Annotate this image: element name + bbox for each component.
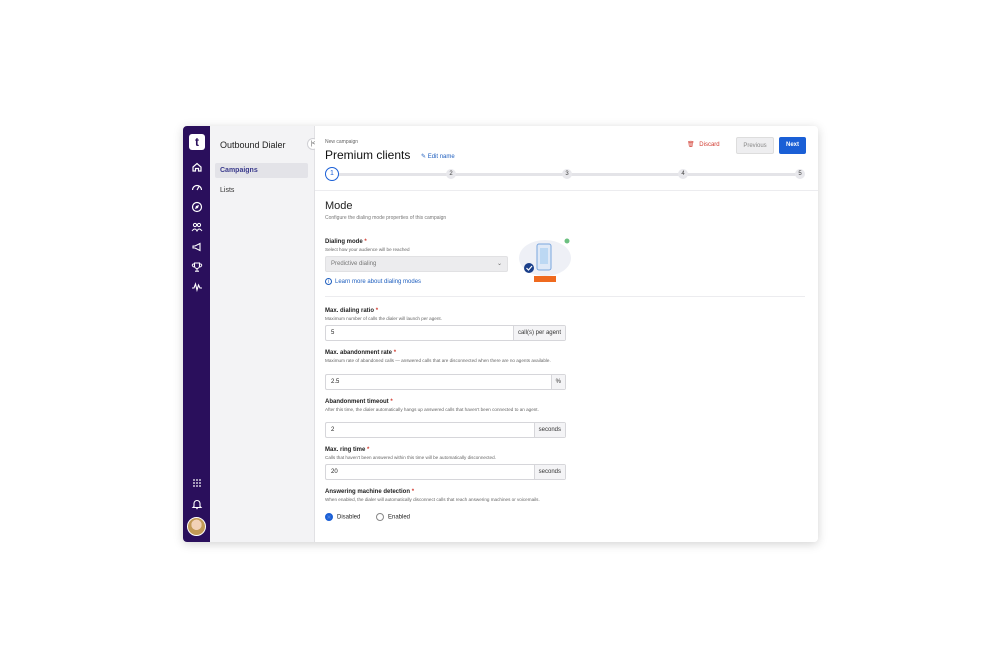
discard-label: Discard xyxy=(699,142,720,148)
ring-time-hint: Calls that haven't been answered within … xyxy=(325,455,496,460)
abandonment-rate-label: Max. abandonment rate * xyxy=(325,350,397,356)
learn-more-link[interactable]: i Learn more about dialing modes xyxy=(325,278,421,285)
step-2[interactable]: 2 xyxy=(446,169,456,179)
sidebar-title: Outbound Dialer xyxy=(220,140,286,150)
amd-hint: When enabled, the dialer will automatica… xyxy=(325,497,540,502)
section-subtitle: Configure the dialing mode properties of… xyxy=(325,215,447,221)
discard-button[interactable]: 🗑 Discard xyxy=(687,141,720,148)
megaphone-icon[interactable] xyxy=(189,239,205,255)
bell-icon[interactable] xyxy=(189,496,205,512)
info-icon: i xyxy=(325,278,332,285)
sidebar-item-campaigns[interactable]: Campaigns xyxy=(215,163,308,178)
nav-rail: t xyxy=(183,126,210,542)
dialing-ratio-unit: call(s) per agent xyxy=(512,326,565,340)
edit-name-label: Edit name xyxy=(427,154,455,160)
header-divider xyxy=(315,190,818,191)
ring-time-input[interactable]: 20 seconds xyxy=(325,464,566,480)
apps-grid-icon[interactable] xyxy=(189,475,205,491)
amd-radio-enabled[interactable]: Enabled xyxy=(376,513,410,521)
dialing-mode-value: Predictive dialing xyxy=(331,261,377,267)
sidebar-item-lists[interactable]: Lists xyxy=(215,183,308,198)
page-title: Premium clients xyxy=(325,148,411,162)
amd-option-enabled-label: Enabled xyxy=(388,514,411,521)
dialing-ratio-value: 5 xyxy=(331,330,335,336)
dashboard-icon[interactable] xyxy=(189,179,205,195)
edit-name-button[interactable]: ✎ Edit name xyxy=(421,153,455,160)
chevron-down-icon: ⌄ xyxy=(496,261,502,267)
dialing-mode-label: Dialing mode * xyxy=(325,239,367,245)
ring-time-label: Max. ring time * xyxy=(325,447,370,453)
trophy-icon[interactable] xyxy=(189,259,205,275)
abandonment-timeout-input[interactable]: 2 seconds xyxy=(325,422,566,438)
dialing-mode-select[interactable]: Predictive dialing ⌄ xyxy=(325,256,508,272)
amd-label: Answering machine detection * xyxy=(325,489,415,495)
dialing-ratio-input[interactable]: 5 call(s) per agent xyxy=(325,325,566,341)
abandonment-rate-value: 2.5 xyxy=(331,379,340,385)
abandonment-rate-hint: Maximum rate of abandoned calls — answer… xyxy=(325,358,551,363)
home-icon[interactable] xyxy=(189,159,205,175)
breadcrumb[interactable]: New campaign xyxy=(325,139,358,145)
abandonment-timeout-hint: After this time, the dialer automaticall… xyxy=(325,407,539,412)
sidebar: Outbound Dialer |< Campaigns Lists xyxy=(210,126,319,542)
abandonment-timeout-unit: seconds xyxy=(533,423,565,437)
abandonment-timeout-value: 2 xyxy=(331,427,335,433)
analytics-icon[interactable] xyxy=(189,279,205,295)
trash-icon: 🗑 xyxy=(687,142,695,148)
abandonment-rate-input[interactable]: 2.5 % xyxy=(325,374,566,390)
section-title: Mode xyxy=(325,200,353,212)
ring-time-value: 20 xyxy=(331,469,338,475)
previous-button[interactable]: Previous xyxy=(736,137,774,154)
step-4[interactable]: 4 xyxy=(678,169,688,179)
dialing-ratio-label: Max. dialing ratio * xyxy=(325,308,379,314)
amd-option-disabled-label: Disabled xyxy=(337,514,361,521)
section-divider xyxy=(325,296,805,297)
app-logo[interactable]: t xyxy=(189,134,205,150)
learn-more-label: Learn more about dialing modes xyxy=(335,279,422,286)
app-window: t Outbound Dialer |< Campaigns Lists New… xyxy=(183,126,818,542)
abandonment-timeout-label: Abandonment timeout * xyxy=(325,399,393,405)
dialer-illustration xyxy=(519,238,571,282)
pencil-icon: ✎ xyxy=(421,154,427,160)
main-content: New campaign Premium clients ✎ Edit name… xyxy=(315,126,818,542)
radio-unselected-icon xyxy=(376,513,384,521)
radio-selected-icon xyxy=(325,513,333,521)
user-avatar[interactable] xyxy=(187,517,206,536)
step-3[interactable]: 3 xyxy=(562,169,572,179)
next-button[interactable]: Next xyxy=(779,137,806,154)
people-icon[interactable] xyxy=(189,219,205,235)
dialing-ratio-hint: Maximum number of calls the dialer will … xyxy=(325,316,442,321)
compass-icon[interactable] xyxy=(189,199,205,215)
ring-time-unit: seconds xyxy=(533,465,565,479)
step-1[interactable]: 1 xyxy=(325,167,339,181)
step-5[interactable]: 5 xyxy=(795,169,805,179)
amd-radio-disabled[interactable]: Disabled xyxy=(325,513,360,521)
abandonment-rate-unit: % xyxy=(550,375,565,389)
